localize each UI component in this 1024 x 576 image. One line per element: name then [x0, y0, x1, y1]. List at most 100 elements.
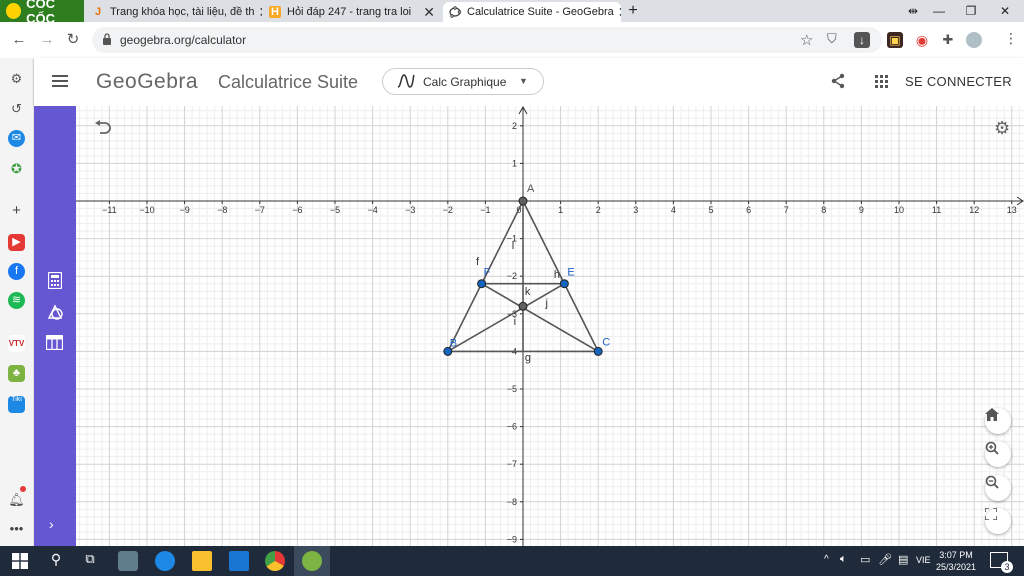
display-icon[interactable]: ▭ [860, 553, 870, 566]
chevron-down-icon: ▼ [519, 76, 528, 86]
add-sidebar-item-icon[interactable]: + [8, 202, 25, 219]
app-title: Calculatrice Suite [218, 72, 359, 92]
y-tick-label: −7 [507, 459, 517, 469]
system-clock[interactable]: 3:07 PM 25/3/2021 [936, 549, 976, 573]
tools-shapes-icon[interactable] [46, 303, 64, 324]
facebook-icon[interactable]: f [8, 263, 25, 280]
browser-tab-geogebra[interactable]: Calculatrice Suite - GeoGebra ✕ [443, 2, 621, 22]
new-tab-button[interactable]: + [622, 0, 644, 22]
x-tick-label: 7 [784, 205, 789, 215]
volume-icon[interactable]: 🔈︎ [840, 553, 847, 566]
notification-dot [20, 486, 26, 492]
file-explorer-icon[interactable] [192, 551, 212, 571]
x-tick-label: 3 [633, 205, 638, 215]
geogebra-logo[interactable]: GeoGebra [96, 70, 198, 94]
url-text[interactable]: geogebra.org/calculator [120, 33, 246, 47]
x-tick-label: 11 [932, 205, 941, 215]
calculator-icon[interactable] [47, 271, 63, 292]
profile-avatar[interactable] [966, 32, 982, 48]
history-icon[interactable]: ↺ [8, 100, 25, 117]
y-tick-label: −9 [507, 534, 517, 544]
more-icon[interactable]: ••• [8, 520, 25, 537]
point-label: B [450, 337, 457, 349]
settings-gear-icon[interactable]: ⚙ [8, 70, 25, 87]
x-tick-label: 6 [746, 205, 751, 215]
segment-label: i [514, 316, 516, 328]
browser-tab-2[interactable]: H Hỏi đáp 247 - trang tra loi ✕ [263, 2, 441, 22]
microphone-icon[interactable]: 🎤︎ [878, 553, 892, 566]
browser-tab-1[interactable]: J Trang khóa học, tài liệu, đề th ✕ [86, 2, 262, 22]
y-tick-label: −8 [507, 497, 517, 507]
tray-chevron-icon[interactable]: ^ [824, 554, 829, 565]
browser-tab-strip: CỐC CỐC J Trang khóa học, tài liệu, đề t… [0, 0, 1024, 26]
chrome-icon[interactable] [265, 551, 285, 571]
apps-grid-icon[interactable] [875, 75, 888, 91]
y-tick-label: −2 [507, 271, 517, 281]
search-icon[interactable]: ⚲ [46, 551, 66, 571]
x-tick-label: 5 [708, 205, 713, 215]
vtv-icon[interactable]: VTV [8, 335, 25, 352]
download-icon[interactable]: ↓ [854, 32, 870, 48]
extensions-puzzle-icon[interactable]: ✚ [940, 32, 956, 48]
spotify-icon[interactable]: ≋ [8, 292, 25, 309]
x-tick-label: −7 [255, 205, 265, 215]
tab-close-icon[interactable]: ✕ [419, 4, 435, 21]
task-view-icon[interactable]: ⧉ [80, 551, 100, 571]
graphics-view[interactable]: −11−10−9−8−7−6−5−4−3−2−10123456789101112… [76, 106, 1024, 546]
segment-label: j [545, 297, 548, 309]
omnibox[interactable]: geogebra.org/calculator [92, 27, 882, 53]
graphics-settings-gear-icon[interactable]: ⚙ [994, 118, 1010, 139]
forward-arrow-icon[interactable]: → [36, 30, 58, 50]
close-window-button[interactable]: ✕ [990, 0, 1020, 22]
zoom-in-button[interactable] [985, 441, 1011, 467]
tab-title: Trang khóa học, tài liệu, đề th [110, 6, 255, 18]
point-label: F [484, 267, 491, 279]
game-app-icon[interactable]: ♣ [8, 365, 25, 382]
sign-in-button[interactable]: SE CONNECTER [905, 74, 1012, 89]
clock-time: 3:07 PM [939, 550, 973, 560]
games-icon[interactable]: ✪ [8, 160, 25, 177]
language-indicator[interactable]: VIE [916, 555, 931, 565]
geogebra-icon [449, 6, 462, 18]
coccoc-menu-button[interactable]: CỐC CỐC [0, 0, 84, 26]
fullscreen-button[interactable] [985, 508, 1011, 534]
minimize-button[interactable]: — [924, 0, 954, 22]
lock-icon [103, 33, 111, 45]
tab-close-icon[interactable]: ✕ [614, 4, 621, 21]
app-icon-1[interactable] [118, 551, 138, 571]
coccoc-icon [302, 551, 322, 571]
home-view-button[interactable] [985, 408, 1011, 434]
expand-chevron-icon[interactable]: › [49, 516, 54, 532]
point [559, 279, 569, 289]
extension-1-icon[interactable]: ▣ [887, 32, 903, 48]
zoom-out-button[interactable] [985, 475, 1011, 501]
notification-bell-icon[interactable]: 🔔︎ [8, 491, 25, 508]
coccoc-taskbar-button[interactable] [294, 546, 330, 576]
network-icon[interactable]: ▤ [898, 553, 908, 566]
windows-start-icon[interactable] [10, 551, 30, 571]
zoom-out-icon [985, 475, 999, 489]
tiki-icon[interactable]: Tiki [8, 396, 25, 413]
reload-icon[interactable]: ↻ [62, 30, 84, 50]
messenger-icon[interactable]: ✉ [8, 130, 25, 147]
x-tick-label: −1 [480, 205, 490, 215]
bookmark-star-icon[interactable]: ☆ [800, 31, 813, 49]
table-icon[interactable] [45, 334, 64, 353]
extension-2-icon[interactable]: ◉ [914, 32, 930, 48]
back-arrow-icon[interactable]: ← [8, 30, 30, 50]
share-icon[interactable] [830, 73, 846, 92]
graph-canvas[interactable]: −11−10−9−8−7−6−5−4−3−2−10123456789101112… [76, 106, 1024, 546]
x-tick-label: 9 [859, 205, 864, 215]
browser-menu-icon[interactable]: ⋮ [1004, 30, 1018, 47]
shield-icon[interactable]: ⛉ [827, 31, 837, 47]
store-icon[interactable] [229, 551, 249, 571]
x-tick-label: 1 [558, 205, 563, 215]
app-selector-dropdown[interactable]: Calc Graphique ▼ [382, 68, 544, 95]
restore-button[interactable]: ❐ [956, 0, 986, 22]
tab-close-icon[interactable]: ✕ [255, 4, 262, 21]
youtube-icon[interactable]: ▶ [8, 234, 25, 251]
hamburger-menu-icon[interactable] [52, 74, 68, 91]
x-tick-label: −6 [292, 205, 302, 215]
point [518, 301, 528, 311]
edge-icon[interactable] [155, 551, 175, 571]
